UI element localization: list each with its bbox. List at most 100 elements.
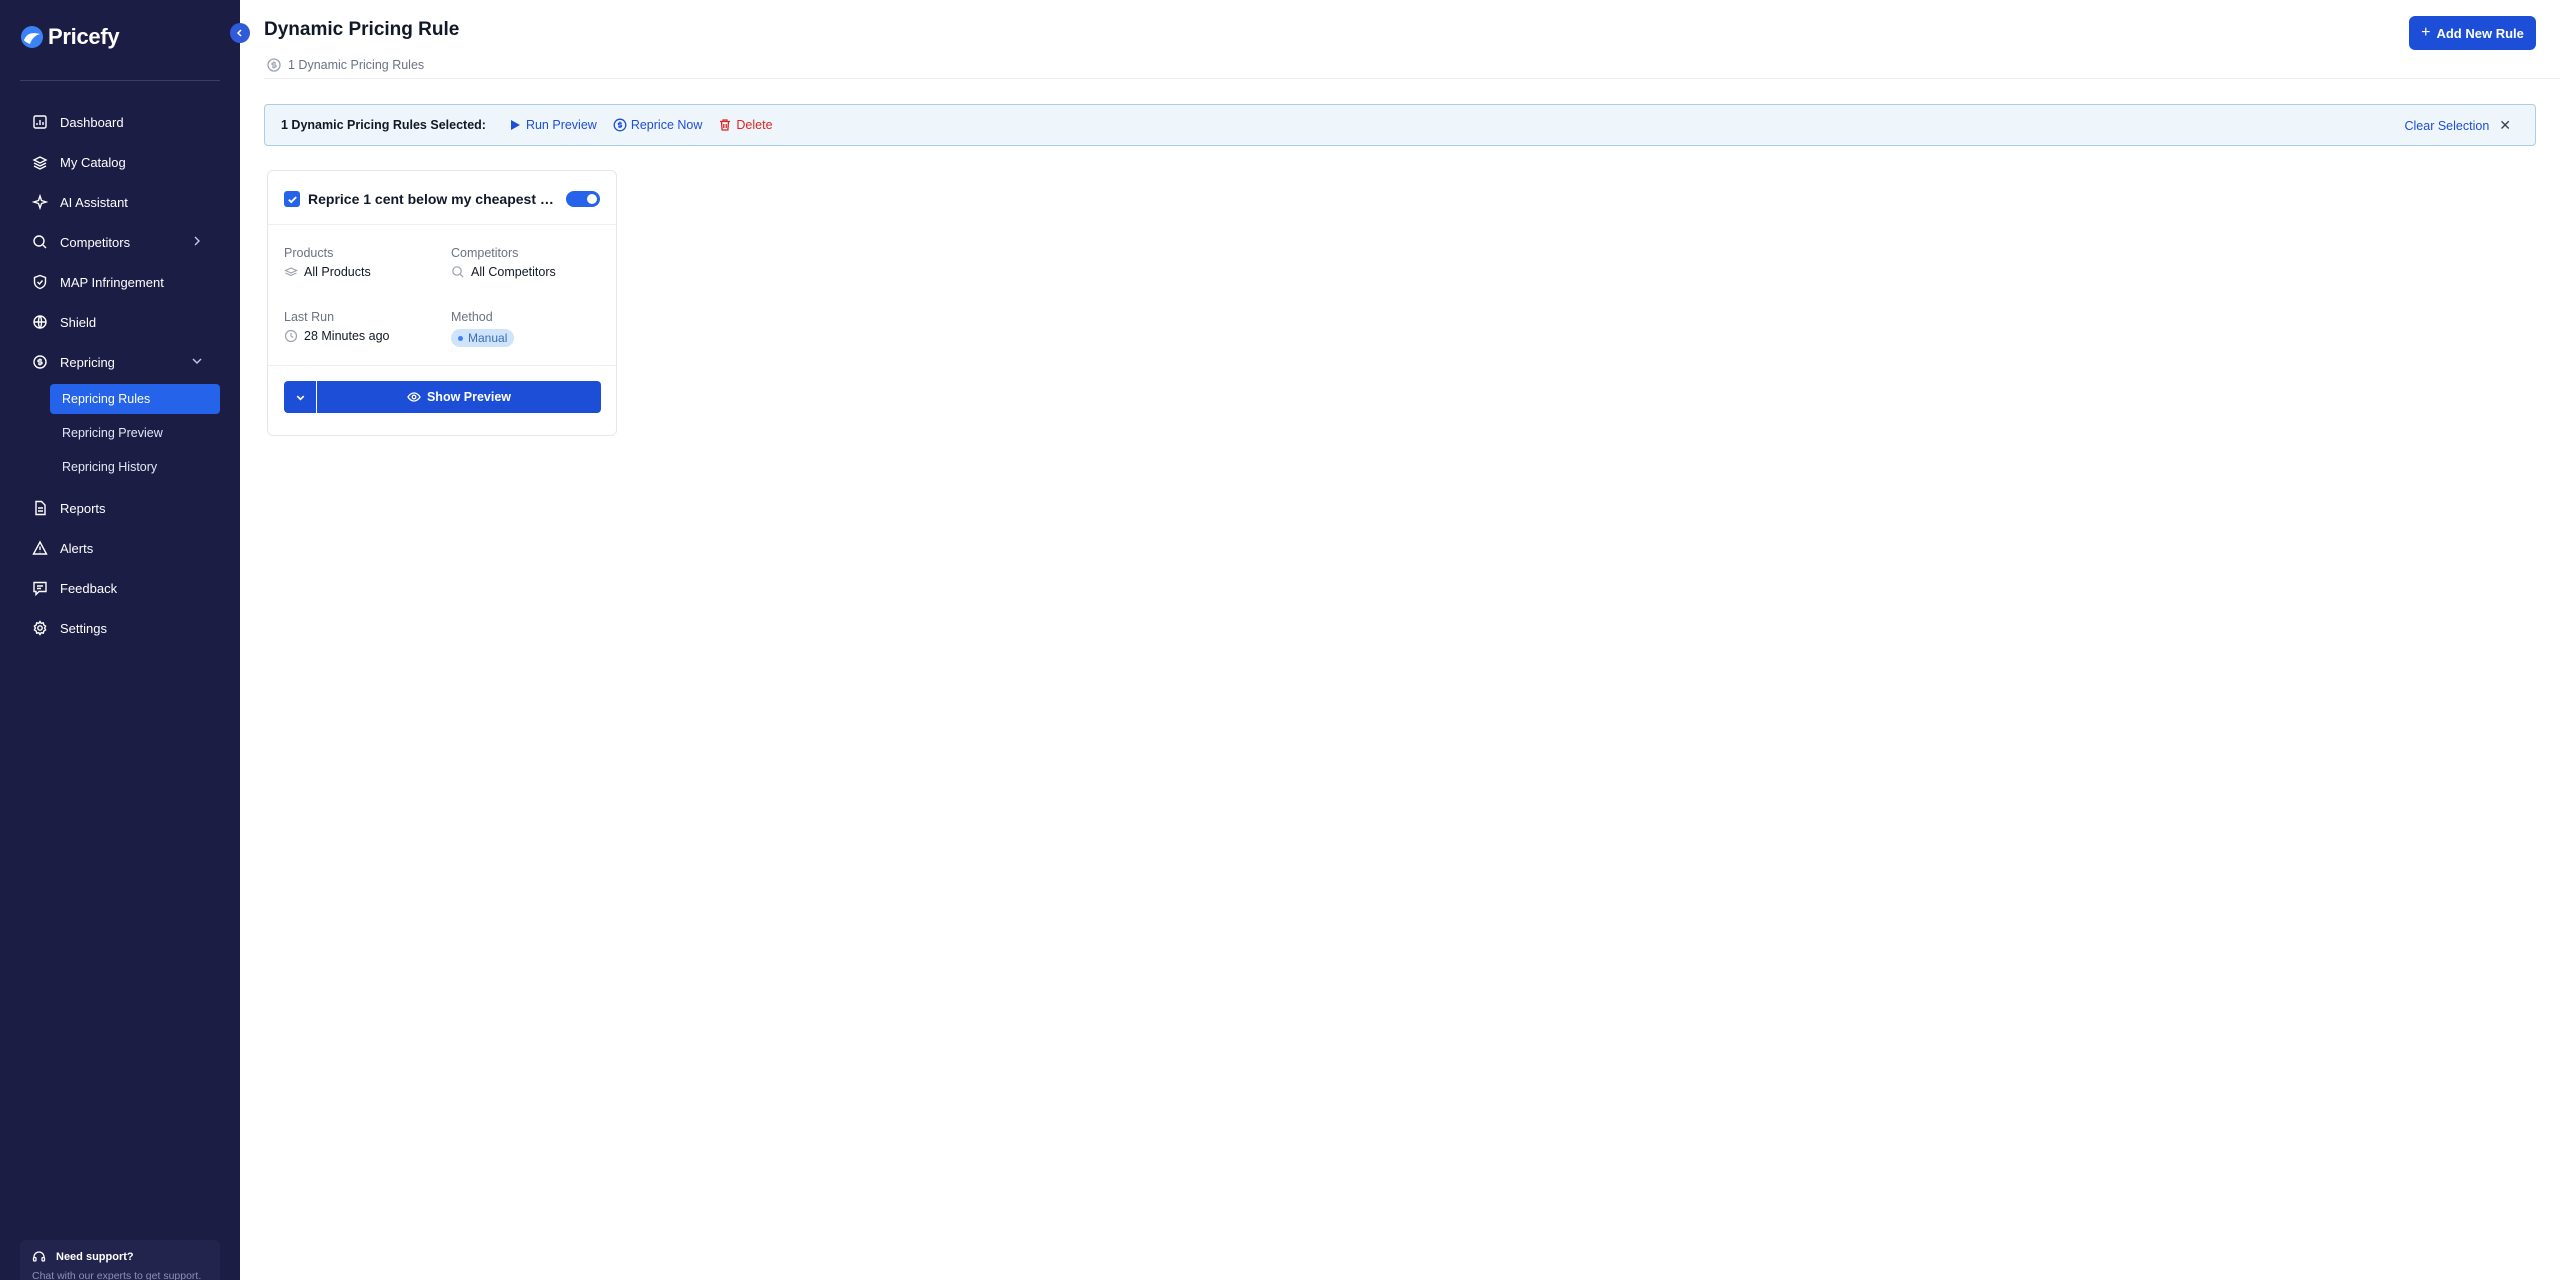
report-icon	[32, 500, 48, 516]
clear-selection-button[interactable]: Clear Selection ✕	[2405, 117, 2512, 134]
sidebar-divider	[20, 80, 220, 81]
method-value-row: Manual	[451, 329, 601, 347]
last-run-value-row: 28 Minutes ago	[284, 329, 434, 343]
repricing-icon	[266, 57, 282, 73]
competitors-field: Competitors All Competitors	[451, 246, 601, 279]
support-subtitle: Chat with our experts to get support.	[32, 1270, 202, 1280]
competitors-value: All Competitors	[471, 265, 556, 279]
show-preview-button[interactable]: Show Preview	[317, 381, 601, 413]
clear-selection-label: Clear Selection	[2404, 118, 2490, 133]
brand-name: Pricefy	[48, 24, 120, 49]
chevron-down-icon	[296, 395, 304, 401]
sidebar-item-label: Feedback	[60, 580, 118, 596]
gear-icon	[32, 620, 48, 636]
method-field: Method Manual	[451, 310, 601, 347]
delete-label: Delete	[736, 118, 773, 132]
method-badge: Manual	[451, 329, 515, 347]
rule-count-subtitle: 1 Dynamic Pricing Rules	[266, 57, 424, 73]
rule-card: Reprice 1 cent below my cheapest competi…	[267, 170, 617, 436]
sidebar-item-settings[interactable]: Settings	[20, 608, 220, 648]
show-preview-label: Show Preview	[426, 390, 512, 404]
support-title: Need support?	[56, 1251, 134, 1263]
products-field: Products All Products	[284, 246, 434, 279]
support-panel[interactable]: Need support? Chat with our experts to g…	[20, 1240, 220, 1280]
reprice-now-label: Reprice Now	[630, 118, 703, 132]
card-divider	[268, 365, 616, 366]
header-divider	[264, 78, 2560, 79]
checkmark-icon	[287, 195, 297, 203]
competitors-search-icon	[32, 234, 48, 250]
globe-icon	[32, 314, 48, 330]
sparkle-icon	[32, 194, 48, 210]
eye-icon	[407, 390, 421, 404]
main-content: Dynamic Pricing Rule 1 Dynamic Pricing R…	[240, 0, 2560, 1280]
sidebar-item-label: My Catalog	[60, 154, 126, 170]
repricing-subnav: Repricing Rules Repricing Preview Repric…	[20, 382, 220, 488]
rule-enabled-toggle[interactable]	[566, 191, 600, 207]
sidebar-item-competitors[interactable]: Competitors	[20, 222, 220, 262]
clock-icon	[284, 329, 298, 343]
shield-check-icon	[32, 274, 48, 290]
trash-icon	[718, 118, 732, 132]
dashboard-icon	[32, 114, 48, 130]
sidebar-item-dashboard[interactable]: Dashboard	[20, 102, 220, 142]
sidebar-item-repricing-rules[interactable]: Repricing Rules	[50, 384, 220, 414]
delete-button[interactable]: Delete	[718, 118, 773, 132]
method-label: Method	[451, 310, 493, 324]
last-run-label: Last Run	[284, 310, 335, 324]
run-preview-label: Run Preview	[525, 118, 597, 132]
sidebar-item-label: Competitors	[60, 234, 131, 250]
catalog-icon	[32, 154, 48, 170]
pricefy-logo-icon	[20, 25, 44, 49]
chevron-down-icon	[190, 354, 204, 368]
page-title: Dynamic Pricing Rule	[264, 19, 460, 40]
sidebar-item-reports[interactable]: Reports	[20, 488, 220, 528]
sidebar-collapse-button[interactable]	[230, 23, 250, 43]
selection-count: 1 Dynamic Pricing Rules Selected:	[281, 118, 486, 132]
headset-icon	[32, 1250, 46, 1264]
run-preview-button[interactable]: Run Preview	[508, 118, 597, 132]
sidebar-item-map-infringement[interactable]: MAP Infringement	[20, 262, 220, 302]
chevron-left-icon	[236, 29, 242, 37]
reprice-now-button[interactable]: Reprice Now	[613, 118, 703, 132]
selection-bar: 1 Dynamic Pricing Rules Selected: Run Pr…	[264, 104, 2536, 146]
sidebar-item-ai-assistant[interactable]: AI Assistant	[20, 182, 220, 222]
play-icon	[508, 118, 522, 132]
reprice-icon	[613, 118, 627, 132]
competitors-value-row: All Competitors	[451, 265, 601, 279]
sidebar-item-label: AI Assistant	[60, 194, 128, 210]
products-label: Products	[284, 246, 334, 260]
rule-count-text: 1 Dynamic Pricing Rules	[288, 58, 425, 72]
last-run-field: Last Run 28 Minutes ago	[284, 310, 434, 343]
sidebar-item-label: Alerts	[60, 540, 94, 556]
add-new-rule-label: Add New Rule	[2436, 25, 2524, 41]
rule-select-checkbox[interactable]	[284, 191, 300, 207]
sidebar-item-label: Dashboard	[60, 114, 124, 130]
sidebar-item-repricing-preview[interactable]: Repricing Preview	[50, 418, 220, 448]
sidebar-item-repricing[interactable]: Repricing	[20, 342, 220, 382]
sidebar-item-shield[interactable]: Shield	[20, 302, 220, 342]
brand[interactable]: Pricefy	[20, 22, 120, 52]
sidebar-item-label: MAP Infringement	[60, 274, 164, 290]
sidebar-item-label: Shield	[60, 314, 97, 330]
close-icon: ✕	[2499, 117, 2511, 133]
sidebar: Pricefy Dashboard My Catalog AI Assistan…	[0, 0, 240, 1280]
sidebar-item-feedback[interactable]: Feedback	[20, 568, 220, 608]
sidebar-item-label: Repricing	[60, 354, 115, 370]
competitors-search-icon	[451, 265, 465, 279]
sidebar-item-label: Reports	[60, 500, 106, 516]
card-divider	[268, 224, 616, 225]
sidebar-item-repricing-history[interactable]: Repricing History	[50, 452, 220, 482]
products-value-row: All Products	[284, 265, 434, 279]
more-actions-dropdown-button[interactable]	[284, 381, 316, 413]
repricing-icon	[32, 354, 48, 370]
alert-triangle-icon	[32, 540, 48, 556]
plus-icon: +	[2421, 24, 2431, 41]
feedback-icon	[32, 580, 48, 596]
last-run-value: 28 Minutes ago	[304, 329, 390, 343]
add-new-rule-button[interactable]: + Add New Rule	[2409, 16, 2536, 50]
sidebar-item-alerts[interactable]: Alerts	[20, 528, 220, 568]
competitors-label: Competitors	[451, 246, 519, 260]
sidebar-item-my-catalog[interactable]: My Catalog	[20, 142, 220, 182]
products-value: All Products	[304, 265, 371, 279]
